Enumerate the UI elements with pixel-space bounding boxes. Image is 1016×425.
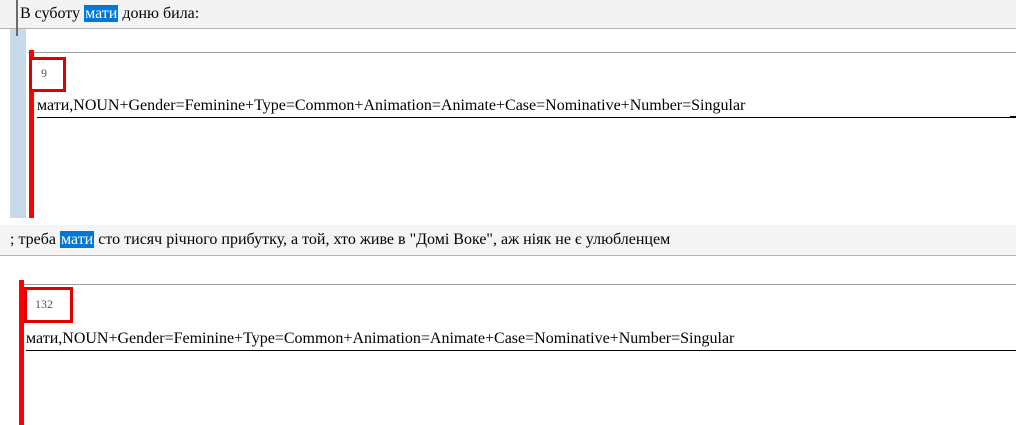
morph-analysis-2[interactable]: мати,NOUN+Gender=Feminine+Type=Common+An…	[26, 330, 1016, 351]
occurrence-panel-1: В суботу мати доню била: 9 мати,NOUN+Gen…	[0, 0, 1016, 218]
bar-edge	[16, 0, 18, 36]
occurrence-panel-2: ; треба мати сто тисяч річного прибутку,…	[0, 222, 1016, 425]
sentence-after: сто тисяч річного прибутку, а той, хто ж…	[94, 231, 671, 248]
sentence-context-2[interactable]: ; треба мати сто тисяч річного прибутку,…	[0, 225, 1016, 256]
highlighted-token[interactable]: мати	[59, 231, 95, 248]
left-strip	[10, 0, 26, 218]
token-id-badge[interactable]: 132	[24, 287, 73, 323]
token-id-badge[interactable]: 9	[29, 57, 66, 92]
sentence-context-1[interactable]: В суботу мати доню била:	[0, 0, 1016, 36]
annotation-box-2	[22, 284, 1016, 425]
annotation-box-1	[28, 52, 1016, 218]
sentence-before: ; треба	[10, 231, 60, 248]
sentence-before: В суботу	[20, 5, 85, 22]
morph-analysis-1[interactable]: мати,NOUN+Gender=Feminine+Type=Common+An…	[37, 97, 1012, 118]
token-id-value: 9	[41, 66, 47, 80]
sentence-after: доню била:	[118, 5, 200, 22]
token-id-value: 132	[35, 297, 53, 311]
highlighted-token[interactable]: мати	[84, 5, 119, 22]
edge-mark	[1010, 116, 1016, 118]
